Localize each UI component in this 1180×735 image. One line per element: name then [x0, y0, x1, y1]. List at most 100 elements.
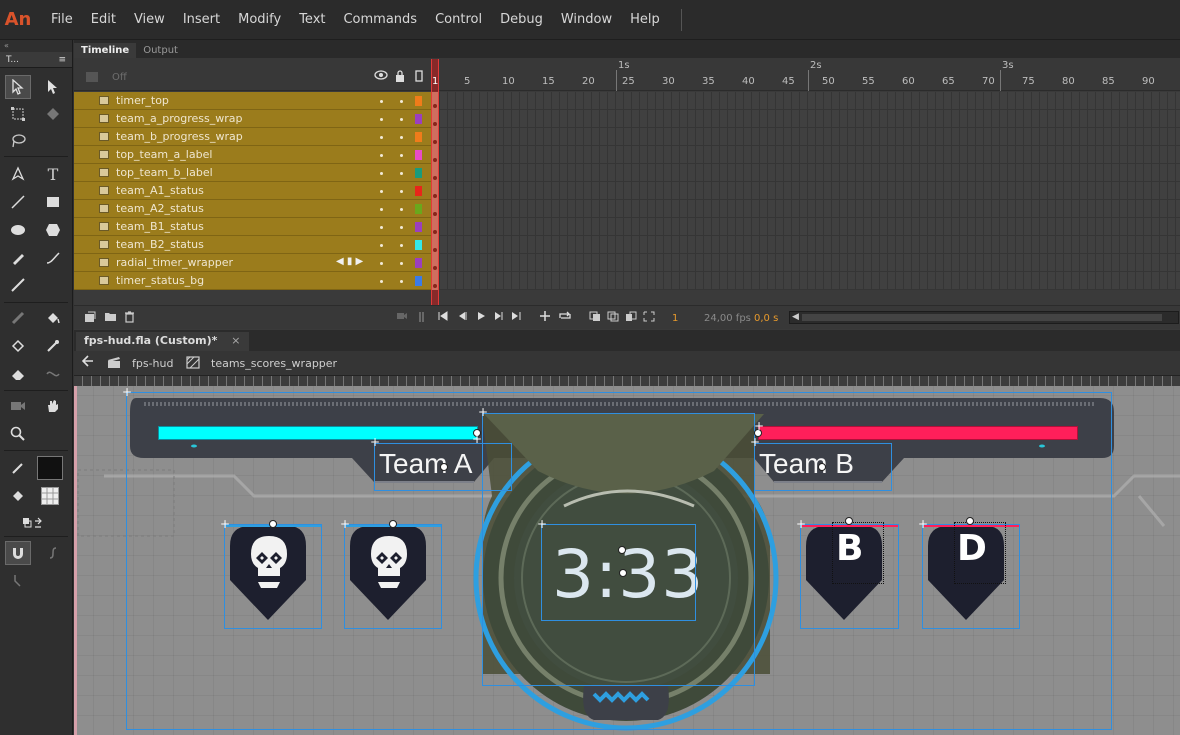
- smooth-icon[interactable]: [40, 541, 66, 565]
- registration-point[interactable]: [966, 517, 974, 525]
- playhead[interactable]: [431, 59, 439, 323]
- step-back-icon[interactable]: [457, 311, 467, 324]
- outline-color-swatch[interactable]: [415, 204, 422, 214]
- loop-icon[interactable]: [558, 311, 572, 324]
- show-hide-all-icon[interactable]: [374, 70, 388, 83]
- transform-point[interactable]: +: [537, 518, 547, 530]
- registration-point[interactable]: [845, 517, 853, 525]
- onion-skin-outlines-icon[interactable]: [607, 311, 619, 325]
- layer-name[interactable]: team_A2_status: [116, 202, 204, 215]
- selection-box[interactable]: [922, 524, 1020, 629]
- visibility-toggle[interactable]: [380, 190, 383, 193]
- outline-color-swatch[interactable]: [415, 258, 422, 268]
- layer-row[interactable]: team_B1_status: [74, 218, 432, 236]
- stroke-color-swatch[interactable]: [37, 456, 63, 480]
- lock-all-icon[interactable]: [395, 70, 405, 85]
- close-tab-icon[interactable]: ×: [231, 334, 240, 347]
- elapsed-time[interactable]: 0,0 s: [754, 313, 778, 324]
- registration-point[interactable]: [440, 463, 448, 471]
- swap-colors-icon[interactable]: [20, 512, 46, 536]
- lock-toggle[interactable]: [400, 262, 403, 265]
- breadcrumb-symbol[interactable]: teams_scores_wrapper: [211, 357, 337, 370]
- zoom-tool-icon[interactable]: [5, 422, 31, 446]
- tab-output[interactable]: Output: [136, 43, 185, 58]
- lock-toggle[interactable]: [400, 100, 403, 103]
- camera-toggle-icon[interactable]: [396, 311, 408, 324]
- outline-color-swatch[interactable]: [415, 114, 422, 124]
- lock-toggle[interactable]: [400, 190, 403, 193]
- frame-row[interactable]: [432, 182, 1180, 200]
- selection-box[interactable]: [344, 524, 442, 629]
- registration-point[interactable]: [619, 569, 627, 577]
- breadcrumb-scene[interactable]: fps-hud: [132, 357, 173, 370]
- frame-row[interactable]: [432, 200, 1180, 218]
- tab-timeline[interactable]: Timeline: [74, 43, 137, 58]
- hand-tool-icon[interactable]: [40, 394, 66, 418]
- visibility-toggle[interactable]: [380, 244, 383, 247]
- play-icon[interactable]: [476, 311, 486, 324]
- back-arrow-icon[interactable]: [81, 355, 94, 370]
- transform-point[interactable]: +: [122, 386, 132, 398]
- modify-markers-icon[interactable]: [643, 311, 655, 325]
- layer-nav-controls-icon[interactable]: ◀ ▮ ▶: [336, 256, 363, 267]
- camera-off-icon[interactable]: [86, 72, 98, 82]
- lock-toggle[interactable]: [400, 172, 403, 175]
- visibility-toggle[interactable]: [380, 154, 383, 157]
- timeline-scrollbar[interactable]: ◀: [789, 311, 1179, 324]
- straighten-icon[interactable]: [5, 568, 31, 592]
- lock-toggle[interactable]: [400, 226, 403, 229]
- outline-color-swatch[interactable]: [415, 186, 422, 196]
- selection-box[interactable]: [800, 524, 899, 629]
- menu-debug[interactable]: Debug: [491, 12, 552, 27]
- layer-name[interactable]: team_a_progress_wrap: [116, 112, 243, 125]
- menu-help[interactable]: Help: [621, 12, 669, 27]
- layer-name[interactable]: timer_top: [116, 94, 169, 107]
- transform-point[interactable]: +: [754, 420, 764, 432]
- fill-color-swatch[interactable]: [37, 484, 63, 508]
- lock-toggle[interactable]: [400, 136, 403, 139]
- menu-commands[interactable]: Commands: [334, 12, 426, 27]
- outline-color-swatch[interactable]: [415, 276, 422, 286]
- transform-point[interactable]: +: [340, 518, 350, 530]
- frame-row[interactable]: [432, 128, 1180, 146]
- brush-tool-icon[interactable]: [5, 273, 31, 297]
- frame-row[interactable]: [432, 236, 1180, 254]
- visibility-toggle[interactable]: [380, 100, 383, 103]
- rectangle-tool-icon[interactable]: [40, 190, 66, 214]
- layer-row[interactable]: timer_top: [74, 92, 432, 110]
- polystar-tool-icon[interactable]: [40, 218, 66, 242]
- paint-bucket-tool-icon[interactable]: [40, 306, 66, 330]
- current-frame[interactable]: 1: [672, 313, 678, 324]
- menu-text[interactable]: Text: [290, 12, 334, 27]
- transform-point[interactable]: +: [918, 518, 928, 530]
- pen-tool-icon[interactable]: [5, 162, 31, 186]
- frame-row[interactable]: [432, 272, 1180, 290]
- tools-collapse-button[interactable]: «: [0, 40, 72, 52]
- edit-multiple-frames-icon[interactable]: [625, 311, 637, 325]
- go-to-first-frame-icon[interactable]: [438, 311, 448, 324]
- transform-point[interactable]: +: [796, 518, 806, 530]
- new-layer-icon[interactable]: [84, 311, 96, 326]
- width-tool-icon[interactable]: [40, 362, 66, 386]
- registration-point[interactable]: [618, 546, 626, 554]
- visibility-toggle[interactable]: [380, 226, 383, 229]
- lock-toggle[interactable]: [400, 154, 403, 157]
- layer-row[interactable]: team_A2_status: [74, 200, 432, 218]
- menu-view[interactable]: View: [125, 12, 174, 27]
- selection-tool-icon[interactable]: [5, 75, 31, 99]
- frame-grid[interactable]: [432, 92, 1180, 290]
- stage[interactable]: Team A Team B 3:33 B D + + + + + + + + +…: [74, 386, 1180, 735]
- layer-row[interactable]: team_B2_status: [74, 236, 432, 254]
- layer-row[interactable]: timer_status_bg: [74, 272, 432, 290]
- camera-tool-icon[interactable]: [5, 394, 31, 418]
- visibility-toggle[interactable]: [380, 208, 383, 211]
- fill-color-icon[interactable]: [5, 484, 31, 508]
- registration-point[interactable]: [269, 520, 277, 528]
- panel-menu-icon[interactable]: ≡: [58, 55, 66, 65]
- outline-color-swatch[interactable]: [415, 96, 422, 106]
- onion-skin-icon[interactable]: [589, 311, 601, 325]
- outline-color-swatch[interactable]: [415, 168, 422, 178]
- eyedropper-tool-icon[interactable]: [40, 334, 66, 358]
- transform-point[interactable]: +: [750, 436, 760, 448]
- visibility-toggle[interactable]: [380, 136, 383, 139]
